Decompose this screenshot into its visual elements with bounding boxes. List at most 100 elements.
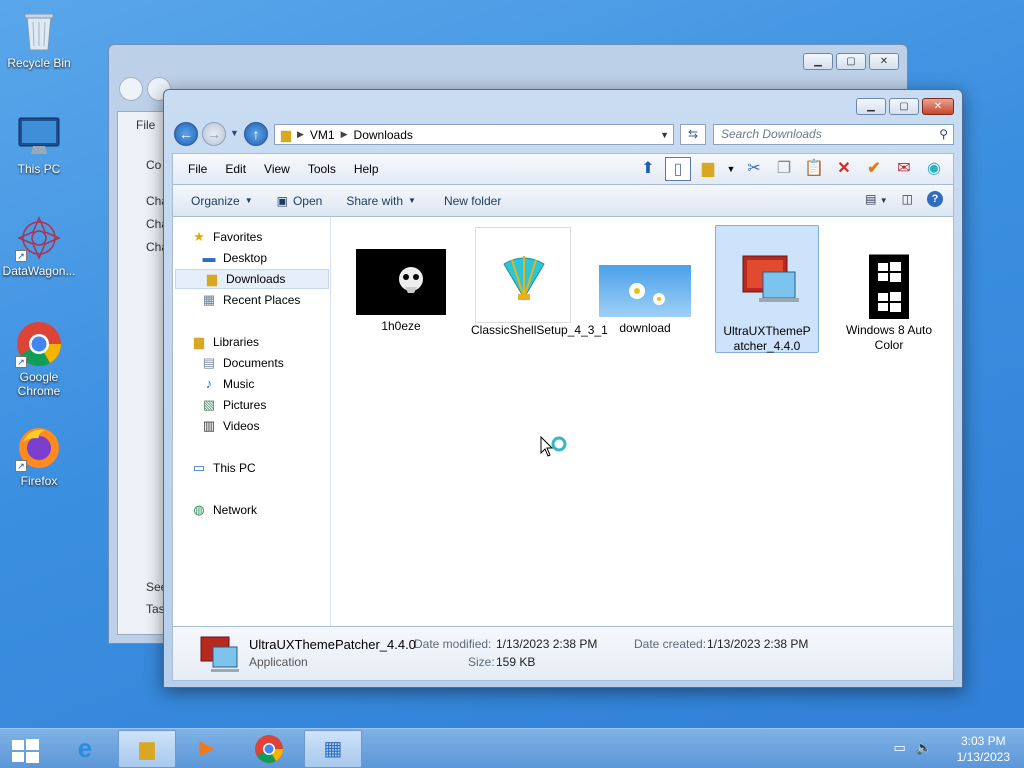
desktop-icon-recycle-bin[interactable]: Recycle Bin xyxy=(1,6,77,70)
desktop-icon-firefox[interactable]: ↗ Firefox xyxy=(1,424,77,488)
file-item-classicshellsetup[interactable]: ClassicShellSetup_4_3_1 xyxy=(471,225,608,353)
paste-icon[interactable]: 📋 xyxy=(801,157,827,181)
nav-label: Recent Places xyxy=(223,293,301,307)
menu-edit[interactable]: Edit xyxy=(216,162,255,176)
start-button[interactable] xyxy=(10,737,40,763)
file-item-windows8autocolor[interactable]: Windows 8 Auto Color xyxy=(837,225,941,353)
search-icon: ⚲ xyxy=(939,127,948,141)
organize-button[interactable]: Organize ▼ xyxy=(179,194,265,208)
folders-pane-icon[interactable]: ▯ xyxy=(665,157,691,181)
close-button[interactable]: ✕ xyxy=(922,98,954,115)
nav-downloads[interactable]: ▆ Downloads xyxy=(175,269,329,289)
nav-label: Libraries xyxy=(213,335,260,349)
chrome-icon: ↗ xyxy=(15,320,63,368)
file-item-1h0eze[interactable]: 1h0eze xyxy=(349,225,453,353)
desktop-icon-label: Firefox xyxy=(20,474,58,488)
taskbar-chrome[interactable] xyxy=(240,730,298,768)
chevron-down-icon: ▼ xyxy=(244,196,253,205)
copy-icon[interactable]: ❐ xyxy=(771,157,797,181)
volume-icon[interactable]: 🔈 xyxy=(916,740,932,756)
file-name: download xyxy=(619,321,671,335)
menu-view[interactable]: View xyxy=(255,162,299,176)
computer-icon: ▭ xyxy=(192,460,206,475)
desktop-icon-chrome[interactable]: ↗ Google Chrome xyxy=(1,320,77,398)
share-with-label: Share with xyxy=(346,193,404,208)
refresh-button[interactable]: ⇆ xyxy=(680,124,706,145)
taskbar-file-explorer[interactable]: ▆ xyxy=(118,730,176,768)
desktop-icon-this-pc[interactable]: This PC xyxy=(1,112,77,176)
menu-file[interactable]: File xyxy=(179,162,216,176)
nav-label: Favorites xyxy=(213,230,263,244)
address-dropdown-icon[interactable]: ▼ xyxy=(660,130,669,140)
taskbar-internet-explorer[interactable]: e xyxy=(56,730,114,768)
open-button[interactable]: ▣ Open xyxy=(265,194,335,208)
delete-icon[interactable]: ✕ xyxy=(831,157,857,181)
email-icon[interactable]: ✉ xyxy=(891,157,917,181)
pictures-icon: ▧ xyxy=(202,397,216,412)
menu-help[interactable]: Help xyxy=(345,162,388,176)
help-icon[interactable]: ? xyxy=(927,191,943,207)
explorer-window[interactable]: ▁ ▢ ✕ ← → ▼ ↑ ▆ ▶ VM1 ▶ Downloads ▼ ⇆ Se… xyxy=(163,89,963,688)
file-item-ultrauxthemepatcher[interactable]: UltraUXThemePatcher_4.4.0 xyxy=(715,225,819,353)
nav-music[interactable]: ♪ Music xyxy=(201,374,255,394)
busy-cursor-icon xyxy=(539,435,569,466)
view-folder-icon[interactable]: ▆ xyxy=(695,157,721,181)
properties-check-icon[interactable]: ✔ xyxy=(861,157,887,181)
nav-documents[interactable]: ▤ Documents xyxy=(201,353,284,373)
star-icon: ★ xyxy=(193,229,205,244)
taskbar-control-panel[interactable]: ▦ xyxy=(304,730,362,768)
date-modified-label: Date modified: xyxy=(414,637,492,651)
breadcrumb-vm1[interactable]: VM1 xyxy=(310,128,335,142)
file-item-download[interactable]: download xyxy=(593,225,697,353)
nav-label: Desktop xyxy=(223,251,268,265)
recent-pages-dropdown[interactable]: ▼ xyxy=(230,128,239,138)
classic-shell-icon[interactable]: ◉ xyxy=(921,157,947,181)
nav-libraries[interactable]: ▆ Libraries xyxy=(191,332,259,352)
search-input[interactable]: Search Downloads ⚲ xyxy=(713,124,954,145)
desktop-icon-label: This PC xyxy=(17,162,61,176)
address-bar[interactable]: ▆ ▶ VM1 ▶ Downloads ▼ xyxy=(274,124,674,145)
application-icon xyxy=(197,633,243,678)
arrow-left-icon: ← xyxy=(179,126,193,142)
back-button[interactable]: ← xyxy=(174,122,198,146)
file-name: UltraUXThemePatcher_4.4.0 xyxy=(723,324,811,353)
preview-pane-icon[interactable]: ◫ xyxy=(902,192,913,206)
nav-this-pc[interactable]: ▭ This PC xyxy=(191,458,256,478)
forward-button[interactable]: → xyxy=(202,122,226,146)
up-level-icon[interactable]: ⬆ xyxy=(635,157,661,181)
back-button[interactable] xyxy=(119,77,143,101)
cut-icon[interactable]: ✂ xyxy=(741,157,767,181)
nav-favorites[interactable]: ★ Favorites xyxy=(191,227,262,247)
clock[interactable]: 3:03 PM 1/13/2023 xyxy=(957,733,1010,765)
details-pane: UltraUXThemePatcher_4.4.0 Application Da… xyxy=(172,627,954,681)
minimize-button[interactable]: ▁ xyxy=(856,98,886,115)
change-view-icon[interactable]: ▤ ▼ xyxy=(865,192,888,206)
breadcrumb-downloads[interactable]: Downloads xyxy=(354,128,413,142)
dropdown-icon[interactable]: ▼ xyxy=(725,157,737,181)
menu-file[interactable]: File xyxy=(136,118,155,132)
nav-desktop[interactable]: ▬ Desktop xyxy=(201,248,268,268)
image-thumbnail-icon xyxy=(599,265,691,317)
chevron-down-icon: ▼ xyxy=(408,196,416,205)
menu-tools[interactable]: Tools xyxy=(299,162,345,176)
minimize-button[interactable]: ▁ xyxy=(803,53,833,70)
taskbar-media-player[interactable]: ▶ xyxy=(178,730,236,768)
maximize-button[interactable]: ▢ xyxy=(836,53,866,70)
taskbar: e ▆ ▶ ▦ ▭ 🔈 3:03 PM 1/13/2023 xyxy=(0,728,1024,768)
nav-pictures[interactable]: ▧ Pictures xyxy=(201,395,267,415)
close-button[interactable]: ✕ xyxy=(869,53,899,70)
nav-network[interactable]: ◍ Network xyxy=(191,500,257,520)
maximize-button[interactable]: ▢ xyxy=(889,98,919,115)
refresh-icon: ⇆ xyxy=(687,127,699,141)
new-folder-button[interactable]: New folder xyxy=(432,194,513,208)
share-with-button[interactable]: Share with ▼ xyxy=(334,194,428,208)
network-tray-icon[interactable]: ▭ xyxy=(894,740,906,756)
desktop-icon-datawagon[interactable]: ↗ DataWagon... xyxy=(1,214,77,278)
up-button[interactable]: ↑ xyxy=(244,122,268,146)
control-panel-icon: ▦ xyxy=(323,738,343,760)
nav-recent-places[interactable]: ▦ Recent Places xyxy=(201,290,301,310)
image-thumbnail-icon xyxy=(356,249,446,315)
nav-label: Network xyxy=(213,503,258,517)
datawagon-icon: ↗ xyxy=(15,214,63,262)
nav-videos[interactable]: ▥ Videos xyxy=(201,416,260,436)
